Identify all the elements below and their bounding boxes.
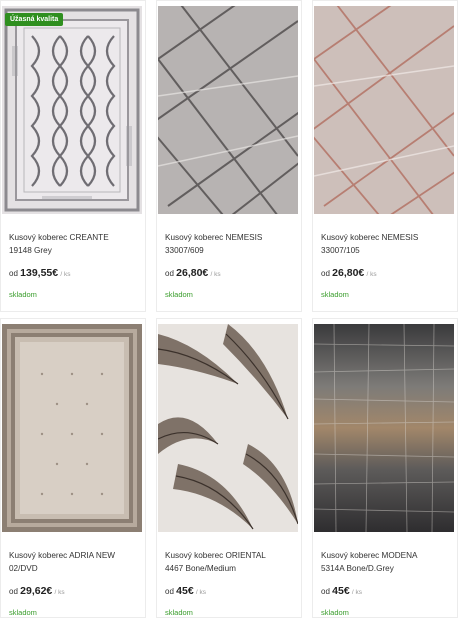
product-name[interactable]: Kusový koberec ORIENTAL 4467 Bone/Medium <box>165 550 297 575</box>
stock-status: skladom <box>321 290 349 299</box>
price-prefix: od <box>165 587 174 596</box>
product-price: od 139,55€ / ks <box>9 267 70 279</box>
product-name-line2: 02/DVD <box>9 563 38 573</box>
price-value: 26,80€ <box>332 267 365 279</box>
product-price: od 26,80€ / ks <box>165 267 221 279</box>
product-card-oriental[interactable]: Kusový koberec ORIENTAL 4467 Bone/Medium… <box>156 318 302 618</box>
product-image[interactable] <box>158 6 298 214</box>
price-unit: / ks <box>210 271 221 278</box>
product-name-line2: 33007/609 <box>165 245 204 255</box>
product-card-nemesis-105[interactable]: Kusový koberec NEMESIS 33007/105 od 26,8… <box>312 0 458 312</box>
price-value: 139,55€ <box>20 267 59 279</box>
product-grid: Úžasná kvalita Kusový koberec CREANTE 19… <box>0 0 458 618</box>
product-price: od 29,62€ / ks <box>9 585 65 597</box>
price-unit: / ks <box>351 589 363 596</box>
price-unit: / ks <box>60 271 71 278</box>
product-name[interactable]: Kusový koberec CREANTE 19148 Grey <box>9 232 141 257</box>
price-unit: / ks <box>366 271 377 278</box>
price-prefix: od <box>9 269 18 278</box>
product-image[interactable] <box>158 324 298 532</box>
product-image[interactable] <box>2 324 142 532</box>
price-prefix: od <box>165 269 174 278</box>
product-image[interactable] <box>314 6 454 214</box>
price-unit: / ks <box>195 589 207 596</box>
product-name[interactable]: Kusový koberec ADRIA NEW 02/DVD <box>9 550 141 575</box>
price-value: 26,80€ <box>176 267 209 279</box>
product-image[interactable] <box>2 6 142 214</box>
product-name-line2: 4467 Bone/Medium <box>165 563 237 573</box>
product-name-line1: Kusový koberec MODENA <box>321 551 418 560</box>
stock-status: skladom <box>321 608 349 617</box>
product-price: od 45€ / ks <box>165 585 206 597</box>
product-name[interactable]: Kusový koberec MODENA 5314A Bone/D.Grey <box>321 550 453 575</box>
stock-status: skladom <box>9 608 37 617</box>
product-price: od 26,80€ / ks <box>321 267 377 279</box>
product-card-nemesis-609[interactable]: Kusový koberec NEMESIS 33007/609 od 26,8… <box>156 0 302 312</box>
price-prefix: od <box>321 587 330 596</box>
product-card-adria-new[interactable]: Kusový koberec ADRIA NEW 02/DVD od 29,62… <box>0 318 146 618</box>
product-name-line1: Kusový koberec NEMESIS <box>321 233 419 242</box>
product-name-line1: Kusový koberec NEMESIS <box>165 233 263 242</box>
product-image[interactable] <box>314 324 454 532</box>
stock-status: skladom <box>165 608 193 617</box>
product-name-line1: Kusový koberec ADRIA NEW <box>9 551 116 560</box>
product-name-line2: 19148 Grey <box>9 245 52 255</box>
product-name-line1: Kusový koberec ORIENTAL <box>165 551 266 560</box>
product-name[interactable]: Kusový koberec NEMESIS 33007/105 <box>321 232 453 257</box>
price-prefix: od <box>9 587 18 596</box>
product-card-modena[interactable]: Kusový koberec MODENA 5314A Bone/D.Grey … <box>312 318 458 618</box>
product-name-line2: 33007/105 <box>321 245 360 255</box>
price-prefix: od <box>321 269 330 278</box>
product-name[interactable]: Kusový koberec NEMESIS 33007/609 <box>165 232 297 257</box>
price-value: 29,62€ <box>20 585 53 597</box>
quality-badge: Úžasná kvalita <box>5 13 64 26</box>
product-card-creante[interactable]: Úžasná kvalita Kusový koberec CREANTE 19… <box>0 0 146 312</box>
product-name-line2: 5314A Bone/D.Grey <box>321 563 394 573</box>
product-name-line1: Kusový koberec CREANTE <box>9 233 109 242</box>
price-value: 45€ <box>332 585 350 597</box>
stock-status: skladom <box>165 290 193 299</box>
product-price: od 45€ / ks <box>321 585 362 597</box>
stock-status: skladom <box>9 290 37 299</box>
price-unit: / ks <box>54 589 65 596</box>
price-value: 45€ <box>176 585 194 597</box>
